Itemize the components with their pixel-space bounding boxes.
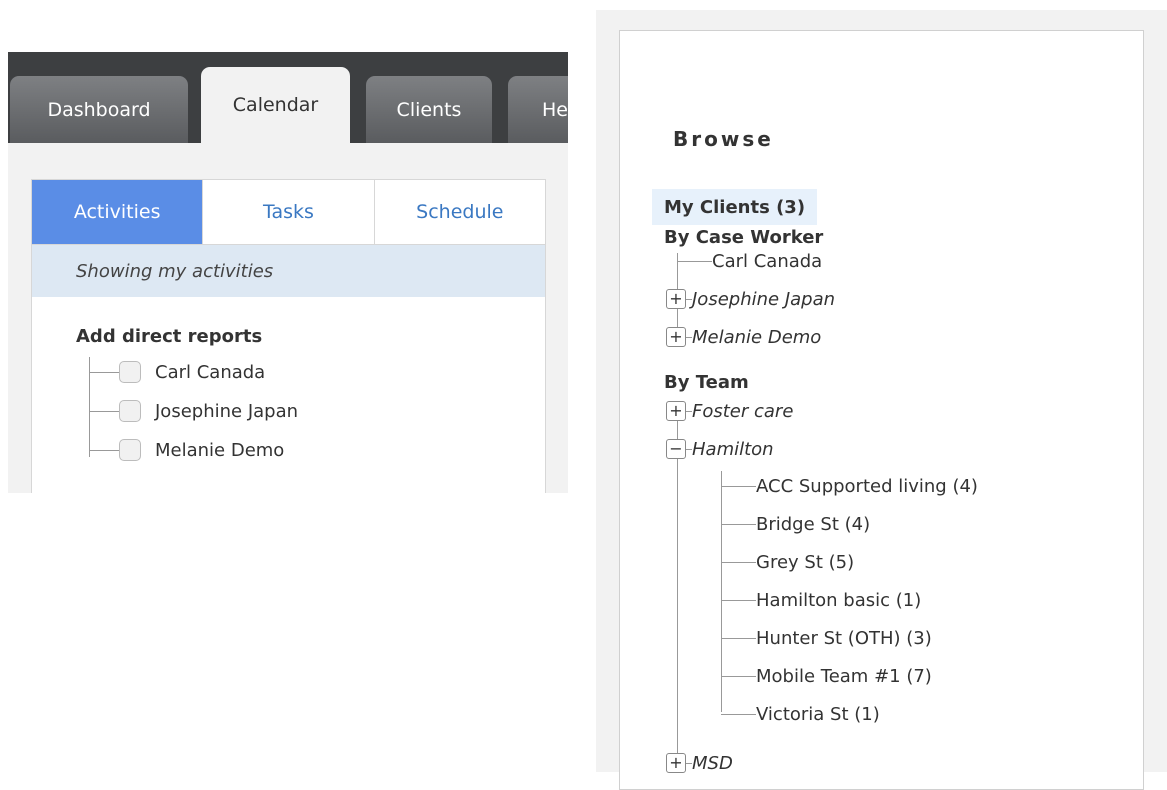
tree-connector — [721, 713, 756, 715]
tree-label: ACC Supported living (4) — [756, 475, 978, 497]
showing-text: Showing my activities — [76, 260, 274, 282]
report-label: Melanie Demo — [155, 439, 285, 461]
expand-icon[interactable]: + — [666, 401, 686, 421]
report-item-carl[interactable]: Carl Canada — [89, 354, 265, 390]
tree-label: Josephine Japan — [692, 288, 836, 310]
tree-connector — [721, 599, 756, 601]
tree-label: MSD — [692, 752, 733, 774]
report-item-melanie[interactable]: Melanie Demo — [89, 432, 284, 468]
tree-connector — [89, 410, 119, 412]
tab-dashboard[interactable]: Dashboard — [10, 76, 188, 143]
tab-calendar[interactable]: Calendar — [201, 67, 350, 143]
team-hamilton[interactable]: − Hamilton — [666, 431, 774, 467]
by-team-heading: By Team — [664, 372, 749, 393]
tab-clients[interactable]: Clients — [366, 76, 492, 143]
team-bridge-st[interactable]: Bridge St (4) — [721, 506, 870, 542]
main-tab-bar: Dashboard Calendar Clients He — [8, 52, 568, 143]
tree-connector — [721, 637, 756, 639]
tab-activities[interactable]: Activities — [32, 180, 204, 244]
browse-card: Browse My Clients (3) By Case Worker Car… — [619, 30, 1144, 790]
checkbox-josephine-japan[interactable] — [119, 400, 141, 422]
tree-connector — [677, 260, 712, 262]
tree-label: Foster care — [692, 400, 794, 422]
my-clients-link[interactable]: My Clients (3) — [652, 189, 818, 225]
team-acc-supported-living[interactable]: ACC Supported living (4) — [721, 468, 978, 504]
team-hamilton-basic[interactable]: Hamilton basic (1) — [721, 582, 921, 618]
activities-box: Activities Tasks Schedule Showing my act… — [31, 179, 546, 493]
report-label: Josephine Japan — [155, 400, 299, 422]
case-worker-carl-canada[interactable]: Carl Canada — [677, 243, 822, 279]
collapse-icon[interactable]: − — [666, 439, 686, 459]
browse-panel: Browse My Clients (3) By Case Worker Car… — [596, 10, 1167, 790]
browse-title: Browse — [673, 127, 774, 151]
tree-label: Carl Canada — [712, 250, 823, 272]
expand-icon[interactable]: + — [666, 753, 686, 773]
report-item-josephine[interactable]: Josephine Japan — [89, 393, 298, 429]
team-mobile-team-1[interactable]: Mobile Team #1 (7) — [721, 658, 932, 694]
tree-label: Melanie Demo — [692, 326, 822, 348]
showing-banner: Showing my activities — [32, 245, 545, 297]
team-victoria-st[interactable]: Victoria St (1) — [721, 696, 880, 732]
tree-connector — [721, 485, 756, 487]
tree-connector — [89, 449, 119, 451]
checkbox-carl-canada[interactable] — [119, 361, 141, 383]
tab-schedule[interactable]: Schedule — [375, 180, 545, 244]
tree-connector — [721, 561, 756, 563]
tree-connector — [89, 371, 119, 373]
tab-he-truncated[interactable]: He — [508, 76, 568, 143]
tree-label: Bridge St (4) — [756, 513, 871, 535]
case-worker-melanie-demo[interactable]: + Melanie Demo — [666, 319, 821, 355]
add-direct-reports-heading: Add direct reports — [76, 326, 263, 347]
tree-label: Hunter St (OTH) (3) — [756, 627, 932, 649]
report-label: Carl Canada — [155, 361, 266, 383]
tree-label: Mobile Team #1 (7) — [756, 665, 932, 687]
team-msd[interactable]: + MSD — [666, 745, 733, 781]
tree-connector — [721, 675, 756, 677]
tree-label: Hamilton — [692, 438, 774, 460]
expand-icon[interactable]: + — [666, 327, 686, 347]
sub-tab-bar: Activities Tasks Schedule — [32, 180, 545, 245]
tree-label: Victoria St (1) — [756, 703, 880, 725]
tab-tasks[interactable]: Tasks — [203, 180, 375, 244]
checkbox-melanie-demo[interactable] — [119, 439, 141, 461]
team-hunter-st[interactable]: Hunter St (OTH) (3) — [721, 620, 932, 656]
calendar-panel: Dashboard Calendar Clients He Activities… — [8, 52, 568, 493]
expand-icon[interactable]: + — [666, 289, 686, 309]
team-grey-st[interactable]: Grey St (5) — [721, 544, 854, 580]
tree-connector — [721, 523, 756, 525]
case-worker-josephine-japan[interactable]: + Josephine Japan — [666, 281, 835, 317]
tree-label: Grey St (5) — [756, 551, 855, 573]
tree-label: Hamilton basic (1) — [756, 589, 922, 611]
team-foster-care[interactable]: + Foster care — [666, 393, 793, 429]
